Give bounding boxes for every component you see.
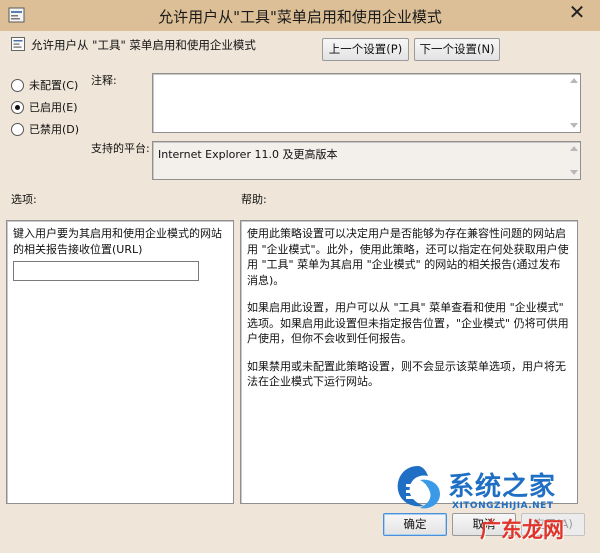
help-paragraph-3: 如果禁用或未配置此策略设置，则不会显示该菜单选项，用户将无法在企业模式下运行网站… (247, 359, 566, 389)
close-icon: ✕ (568, 0, 586, 24)
comment-label: 注释: (91, 74, 117, 87)
supported-box: Internet Explorer 11.0 及更高版本 (152, 141, 581, 180)
prev-setting-button[interactable]: 上一个设置(P) (322, 38, 409, 61)
watermark-brand-en: XITONGZHIJIA.NET (452, 501, 554, 511)
radio-label: 已禁用(D) (29, 123, 80, 136)
options-panel: 键入用户要为其启用和使用企业模式的网站的相关报告接收位置(URL) (6, 220, 234, 504)
radio-button-checked[interactable] (11, 100, 24, 114)
radio-button[interactable] (11, 122, 24, 136)
help-label: 帮助: (241, 193, 267, 206)
radio-not-configured[interactable]: 未配置(C) (11, 77, 78, 93)
watermark-brand-cn: 系统之家 (448, 472, 557, 502)
supported-value: Internet Explorer 11.0 及更高版本 (158, 148, 338, 161)
watermark-site-cn: 广东龙网 (480, 518, 564, 542)
options-label: 选项: (11, 193, 37, 206)
window-title: 允许用户从"工具"菜单启用和使用企业模式 (158, 8, 442, 26)
scroll-up-icon[interactable] (570, 146, 578, 151)
url-field-label: 键入用户要为其启用和使用企业模式的网站的相关报告接收位置(URL) (13, 227, 222, 256)
help-text: 使用此策略设置可以决定用户是否能够为存在兼容性问题的网站启用 "企业模式"。此外… (241, 221, 577, 407)
radio-label: 已启用(E) (29, 101, 78, 114)
radio-button[interactable] (11, 78, 24, 92)
next-setting-button[interactable]: 下一个设置(N) (414, 38, 500, 61)
radio-enabled[interactable]: 已启用(E) (11, 99, 78, 115)
supported-label: 支持的平台: (91, 142, 150, 155)
ok-button[interactable]: 确定 (383, 513, 447, 536)
comment-textarea[interactable] (152, 73, 581, 133)
close-button[interactable]: ✕ (561, 2, 593, 22)
setting-icon (11, 37, 25, 51)
url-input[interactable] (13, 261, 199, 281)
help-paragraph-1: 使用此策略设置可以决定用户是否能够为存在兼容性问题的网站启用 "企业模式"。此外… (247, 227, 569, 287)
setting-name: 允许用户从 "工具" 菜单启用和使用企业模式 (31, 38, 256, 52)
scroll-up-icon[interactable] (570, 78, 578, 83)
radio-label: 未配置(C) (29, 79, 79, 92)
scroll-down-icon[interactable] (570, 123, 578, 128)
radio-disabled[interactable]: 已禁用(D) (11, 121, 79, 137)
help-paragraph-2: 如果启用此设置，用户可以从 "工具" 菜单查看和使用 "企业模式" 选项。如果启… (247, 301, 569, 345)
watermark-logo-icon (397, 466, 440, 509)
scroll-down-icon[interactable] (570, 170, 578, 175)
